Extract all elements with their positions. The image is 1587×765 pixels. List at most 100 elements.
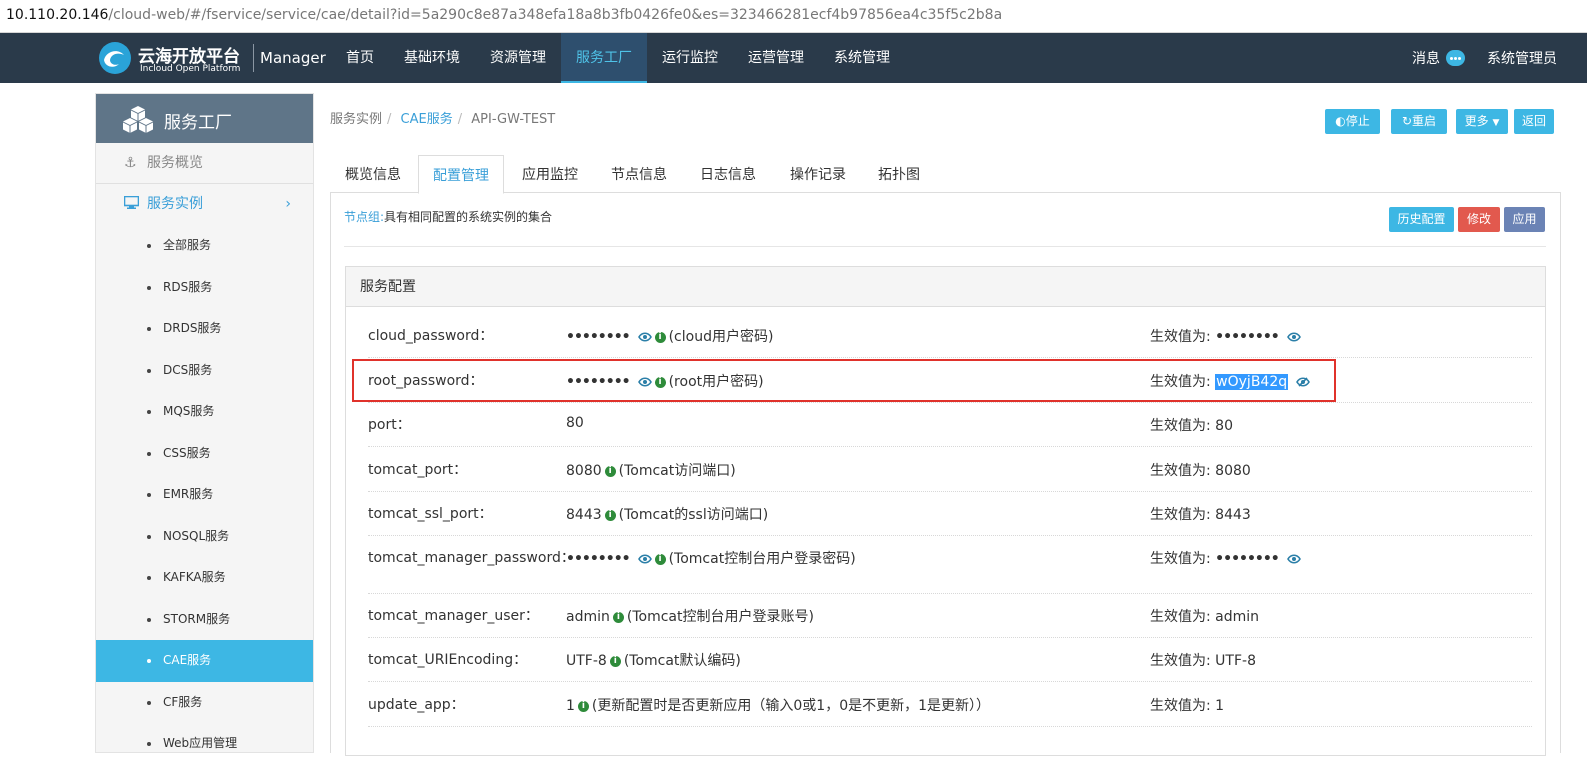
sidebar-subitem-label: CAE服务 <box>163 653 212 667</box>
main-nav: 首页 基础环境 资源管理 服务工厂 运行监控 运营管理 系统管理 <box>331 33 905 83</box>
messages-link[interactable]: 消息 <box>1412 48 1440 68</box>
config-value: 8080 i (Tomcat访问端口) <box>566 460 736 480</box>
apply-button[interactable]: 应用 <box>1504 207 1545 232</box>
sidebar-item-label: 服务概览 <box>147 155 203 171</box>
tab-item[interactable]: 概览信息 <box>330 155 416 193</box>
sidebar-subitem[interactable]: CF服务 <box>96 682 313 724</box>
config-row: tomcat_URIEncoding： UTF-8 i (Tomcat默认编码) 生效值… <box>368 638 1532 682</box>
nav-item[interactable]: 系统管理 <box>819 33 905 83</box>
effective-prefix: 生效值为: <box>1150 609 1216 625</box>
history-config-button[interactable]: 历史配置 <box>1389 207 1454 232</box>
config-key: port： <box>368 417 411 433</box>
config-row: tomcat_ssl_port： 8443 i (Tomcat的ssl访问端口) 生效值… <box>368 492 1532 536</box>
breadcrumb: 服务实例 / CAE服务 / API-GW-TEST <box>330 112 556 127</box>
modify-button[interactable]: 修改 <box>1458 207 1500 232</box>
tab-item[interactable]: 节点信息 <box>596 155 682 193</box>
sidebar-subitem[interactable]: MQS服务 <box>96 391 313 433</box>
highlight-box <box>352 359 1336 402</box>
sidebar-subitem[interactable]: RDS服务 <box>96 267 313 309</box>
eye-icon[interactable] <box>1286 332 1301 342</box>
info-icon[interactable]: i <box>612 611 624 623</box>
info-icon[interactable]: i <box>604 465 616 477</box>
bullet-icon <box>147 410 151 414</box>
monitor-icon <box>123 184 140 225</box>
effective-value: 生效值为: 8443 <box>1150 504 1251 524</box>
info-icon[interactable]: i <box>654 331 666 343</box>
sidebar-subitem-label: DRDS服务 <box>163 321 222 335</box>
sidebar-subitem[interactable]: NOSQL服务 <box>96 516 313 558</box>
sidebar-item-overview[interactable]: ⚓ 服务概览 <box>96 143 313 184</box>
toggle-icon: ◐ <box>1335 114 1346 128</box>
sidebar-subitem-label: NOSQL服务 <box>163 528 230 543</box>
info-icon[interactable]: i <box>654 553 666 565</box>
nav-item[interactable]: 首页 <box>331 33 389 83</box>
breadcrumb-item[interactable]: 服务实例 <box>330 112 382 127</box>
config-value-text: •••••••• <box>566 551 631 567</box>
sidebar-title: 服务工厂 <box>164 113 232 133</box>
bullet-icon <box>147 700 151 705</box>
sidebar: 服务工厂 ⚓ 服务概览 服务实例 › 全部服务 RDS服务 DRDS服务 DCS服务 M… <box>95 93 314 753</box>
bullet-icon <box>147 451 151 456</box>
sidebar-subitem[interactable]: CAE服务 <box>96 640 313 682</box>
sidebar-subitem[interactable]: 全部服务 <box>96 225 313 267</box>
config-row: tomcat_port： 8080 i (Tomcat访问端口) 生效值为: 8080 <box>368 448 1532 492</box>
eye-icon[interactable] <box>637 554 652 564</box>
config-desc: (Tomcat的ssl访问端口) <box>618 507 769 523</box>
sidebar-item-instances[interactable]: 服务实例 › <box>96 184 313 225</box>
nav-item[interactable]: 服务工厂 <box>561 33 647 83</box>
bullet-icon <box>147 368 151 373</box>
config-desc: (Tomcat访问端口) <box>618 463 736 479</box>
stop-button[interactable]: ◐停止 <box>1325 109 1380 134</box>
tab-item[interactable]: 拓扑图 <box>864 155 934 193</box>
sidebar-subitem[interactable]: EMR服务 <box>96 474 313 516</box>
config-value: admin i (Tomcat控制台用户登录账号) <box>566 606 814 626</box>
messages-badge-icon[interactable] <box>1446 50 1465 66</box>
config-key: tomcat_manager_password： <box>368 550 575 566</box>
config-value: 1 i (更新配置时是否更新应用（输入0或1，0是不更新，1是更新）） <box>566 695 990 715</box>
tab-item[interactable]: 操作记录 <box>774 155 862 193</box>
info-icon[interactable]: i <box>604 509 616 521</box>
node-group-key[interactable]: 节点组: <box>344 210 384 224</box>
info-icon[interactable]: i <box>577 700 589 712</box>
restart-button[interactable]: ↻重启 <box>1391 109 1447 134</box>
config-key: tomcat_port： <box>368 462 468 478</box>
tab-item[interactable]: 配置管理 <box>418 155 504 194</box>
bullet-icon <box>147 493 151 497</box>
tab-item[interactable]: 应用监控 <box>506 155 594 193</box>
tab-item[interactable]: 日志信息 <box>684 155 772 193</box>
back-button[interactable]: 返回 <box>1514 109 1554 134</box>
effective-prefix: 生效值为: <box>1150 653 1216 669</box>
nav-item[interactable]: 基础环境 <box>389 33 475 83</box>
nav-item[interactable]: 运行监控 <box>647 33 733 83</box>
config-key: tomcat_manager_user： <box>368 608 539 624</box>
effective-value-text: 8080 <box>1215 463 1251 479</box>
sidebar-subitem-label: 全部服务 <box>163 238 212 252</box>
logo[interactable]: 云海开放平台 Incloud Open Platform <box>98 41 248 77</box>
bullet-icon <box>147 617 151 622</box>
sidebar-subitem-label: KAFKA服务 <box>163 570 226 584</box>
user-menu[interactable]: 系统管理员 <box>1487 48 1557 68</box>
url-text[interactable]: 10.110.20.146/cloud-web/#/fservice/servi… <box>6 7 1002 23</box>
sidebar-subitem[interactable]: CSS服务 <box>96 433 313 475</box>
detail-tabs: 概览信息 配置管理 应用监控 节点信息 日志信息 操作记录 拓扑图 <box>330 155 1561 194</box>
breadcrumb-item[interactable]: CAE服务 <box>401 112 453 127</box>
more-button[interactable]: 更多 ▼ <box>1456 109 1508 134</box>
effective-value-text: •••••••• <box>1215 329 1280 345</box>
eye-icon[interactable] <box>1286 554 1301 564</box>
sidebar-subitem[interactable]: DRDS服务 <box>96 308 313 350</box>
divider <box>344 246 1546 247</box>
address-bar[interactable]: 10.110.20.146/cloud-web/#/fservice/servi… <box>0 0 1587 33</box>
effective-prefix: 生效值为: <box>1150 507 1216 523</box>
config-desc: (cloud用户密码) <box>668 329 774 345</box>
sidebar-subitem-label: EMR服务 <box>163 487 214 501</box>
eye-icon[interactable] <box>637 332 652 342</box>
config-row: tomcat_manager_user： admin i (Tomcat控制台用户登录… <box>368 594 1532 638</box>
nav-item[interactable]: 资源管理 <box>475 33 561 83</box>
config-key: update_app： <box>368 697 465 713</box>
nav-item[interactable]: 运营管理 <box>733 33 819 83</box>
sidebar-subitem[interactable]: KAFKA服务 <box>96 557 313 599</box>
sidebar-subitem[interactable]: DCS服务 <box>96 350 313 392</box>
effective-value: 生效值为: •••••••• <box>1150 548 1301 568</box>
sidebar-subitem[interactable]: STORM服务 <box>96 599 313 641</box>
info-icon[interactable]: i <box>609 655 621 667</box>
